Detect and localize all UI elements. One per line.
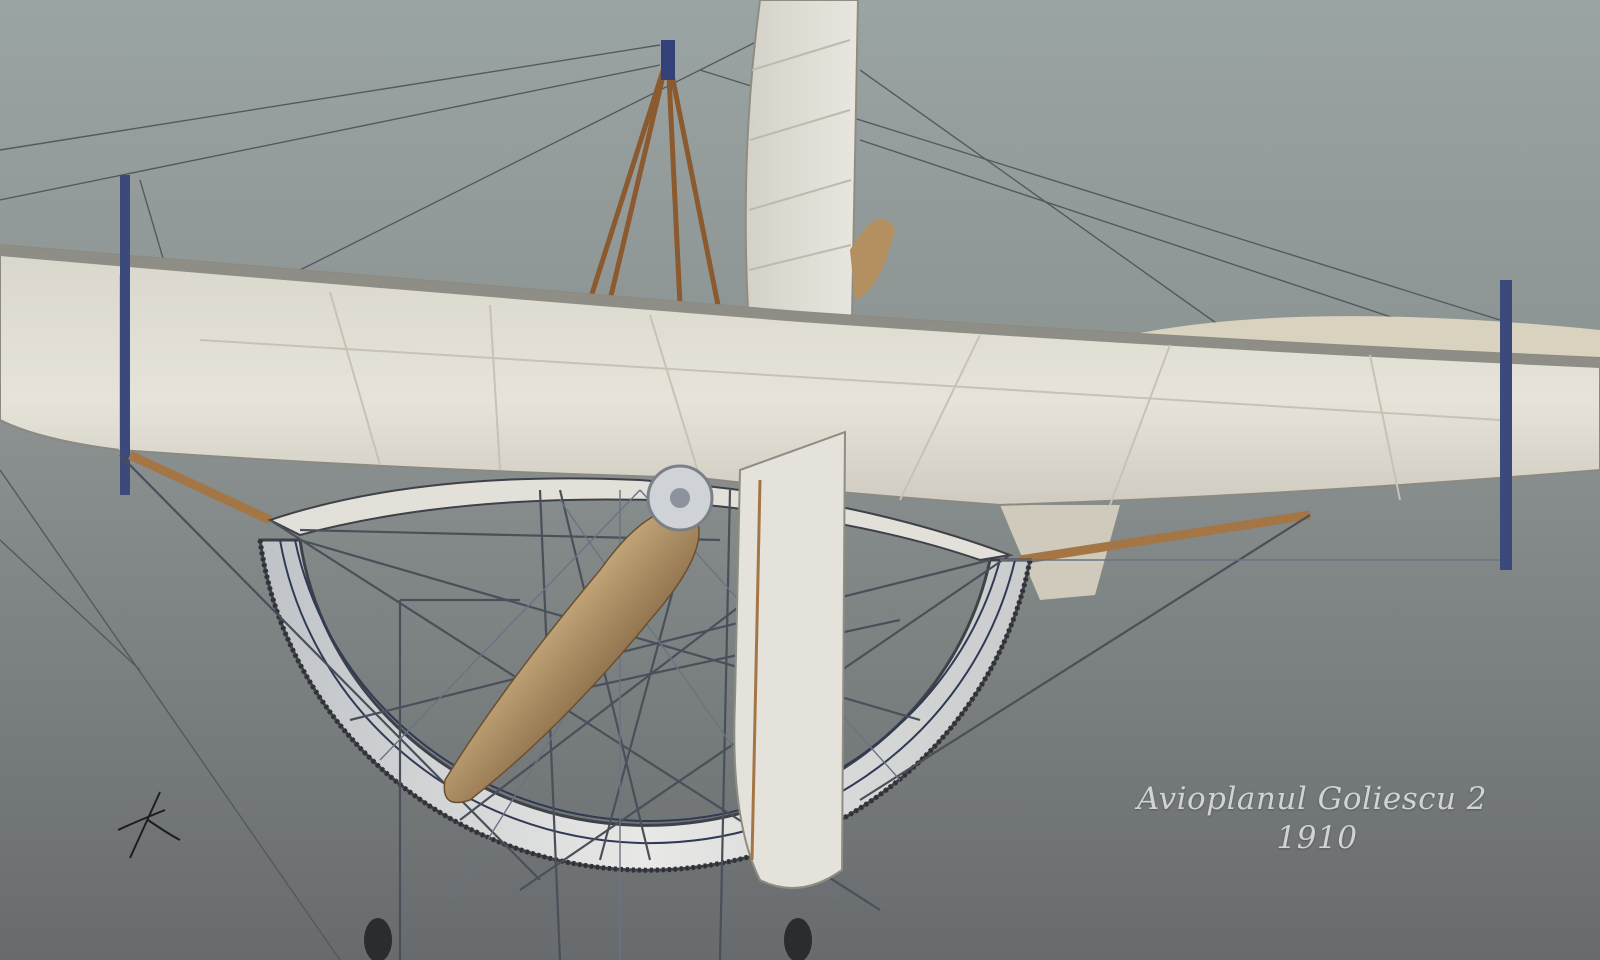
left-wing-post xyxy=(120,175,130,495)
right-wing-post xyxy=(1500,280,1512,570)
signature-mark xyxy=(117,791,181,859)
upper-fin xyxy=(744,0,860,320)
artwork-caption: Avioplanul Goliescu 2 1910 xyxy=(1102,780,1522,858)
pylon-cap xyxy=(661,40,675,80)
caption-title: Avioplanul Goliescu 2 xyxy=(1136,781,1488,817)
caption-year: 1910 xyxy=(1276,820,1358,856)
lower-rudder xyxy=(733,430,847,889)
propeller-hub-center xyxy=(670,488,690,508)
